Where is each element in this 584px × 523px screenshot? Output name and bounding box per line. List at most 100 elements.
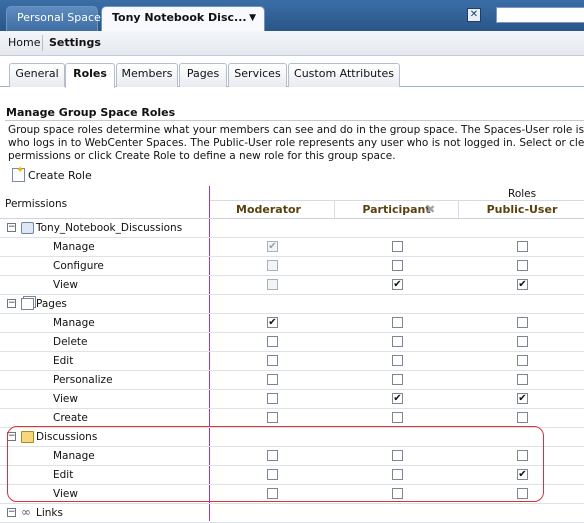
permission-row: View ✔ ✔: [0, 390, 584, 409]
checkbox-participant[interactable]: [392, 412, 403, 423]
column-header-participant: Participant: [334, 201, 459, 219]
permission-label: Manage: [53, 241, 95, 253]
tab-personal-space[interactable]: Personal Space: [6, 6, 101, 31]
tab-custom-attributes[interactable]: Custom Attributes: [288, 63, 400, 87]
tab-services[interactable]: Services: [228, 63, 287, 87]
checkbox-participant[interactable]: [392, 374, 403, 385]
tab-pages[interactable]: Pages: [179, 63, 227, 87]
group-label: Tony_Notebook_Discussions: [36, 222, 183, 234]
group-row: − Discussions: [0, 428, 584, 447]
checkbox-participant[interactable]: [392, 260, 403, 271]
permission-row: View ✔ ✔: [0, 276, 584, 295]
column-header-public-user: Public-User: [486, 203, 558, 216]
tab-general[interactable]: General: [9, 63, 65, 87]
create-role-button[interactable]: Create Role: [12, 165, 92, 183]
permissions-caption: Permissions: [5, 198, 68, 210]
checkbox-public-user[interactable]: [517, 488, 528, 499]
checkbox-participant[interactable]: [392, 355, 403, 366]
section-title: Manage Group Space Roles: [6, 106, 176, 119]
checkbox-moderator[interactable]: [267, 355, 278, 366]
roles-caption: Roles: [508, 188, 537, 200]
nav-home[interactable]: Home: [8, 36, 40, 49]
permission-row: Create: [0, 409, 584, 428]
permission-row: Personalize: [0, 371, 584, 390]
checkbox-public-user[interactable]: [517, 450, 528, 461]
permission-label: Edit: [53, 469, 74, 481]
checkbox-participant[interactable]: ✔: [392, 279, 403, 290]
section-divider: [5, 120, 584, 121]
permission-row: Edit: [0, 352, 584, 371]
column-header-participant-label: Participant: [362, 203, 431, 216]
group-row: − Pages: [0, 295, 584, 314]
users-icon: [21, 222, 34, 234]
checkbox-public-user[interactable]: ✔: [517, 279, 528, 290]
checkbox-public-user[interactable]: [517, 260, 528, 271]
checkbox-public-user[interactable]: [517, 317, 528, 328]
group-label: Discussions: [36, 431, 98, 443]
checkbox-public-user[interactable]: [517, 336, 528, 347]
checkbox-public-user[interactable]: [517, 374, 528, 385]
search-input[interactable]: [496, 7, 584, 23]
checkbox-participant[interactable]: [392, 450, 403, 461]
remove-role-icon[interactable]: ✖: [426, 204, 436, 215]
checkbox-public-user[interactable]: [517, 355, 528, 366]
chevron-down-icon[interactable]: ▼: [249, 13, 256, 23]
permission-label: View: [53, 488, 78, 500]
checkbox-public-user[interactable]: ✔: [517, 469, 528, 480]
create-role-icon: [12, 165, 25, 182]
close-icon[interactable]: ✕: [467, 8, 481, 22]
nav-settings[interactable]: Settings: [49, 36, 101, 49]
checkbox-public-user[interactable]: [517, 241, 528, 252]
secondary-nav: Home Settings: [0, 31, 584, 56]
checkbox-moderator[interactable]: [267, 336, 278, 347]
column-header-moderator: Moderator: [236, 203, 301, 216]
link-icon: ∞: [21, 505, 31, 519]
checkbox-moderator: [267, 279, 278, 290]
tab-roles[interactable]: Roles: [65, 63, 115, 88]
description-line-2: who logs in to WebCenter Spaces. The Pub…: [8, 137, 584, 149]
group-row: − Tony_Notebook_Discussions: [0, 219, 584, 238]
checkbox-moderator[interactable]: [267, 450, 278, 461]
permission-label: Delete: [53, 336, 88, 348]
checkbox-moderator[interactable]: [267, 393, 278, 404]
tab-group-space-label: Tony Notebook Disc...: [112, 11, 247, 24]
tab-members[interactable]: Members: [116, 63, 178, 87]
checkbox-participant[interactable]: [392, 469, 403, 480]
permission-label: Create: [53, 412, 88, 424]
permission-row: Edit ✔: [0, 466, 584, 485]
checkbox-moderator[interactable]: [267, 374, 278, 385]
permission-row: Manage: [0, 447, 584, 466]
checkbox-moderator[interactable]: [267, 469, 278, 480]
collapse-icon[interactable]: −: [7, 508, 16, 517]
checkbox-moderator[interactable]: ✔: [267, 317, 278, 328]
collapse-icon[interactable]: −: [7, 432, 16, 441]
top-tab-bar: Personal Space Tony Notebook Disc... ▼ ✕: [0, 0, 584, 31]
permission-label: Configure: [53, 260, 104, 272]
nav-separator: [42, 35, 43, 51]
checkbox-participant[interactable]: [392, 336, 403, 347]
checkbox-participant[interactable]: [392, 317, 403, 328]
collapse-icon[interactable]: −: [7, 299, 16, 308]
permission-row: Delete: [0, 333, 584, 352]
checkbox-moderator[interactable]: [267, 412, 278, 423]
checkbox-public-user[interactable]: [517, 412, 528, 423]
pages-icon: [21, 298, 34, 310]
permission-label: View: [53, 393, 78, 405]
permission-row: Configure: [0, 257, 584, 276]
tab-group-space[interactable]: Tony Notebook Disc... ▼: [101, 6, 265, 31]
collapse-icon[interactable]: −: [7, 223, 16, 232]
checkbox-participant[interactable]: [392, 488, 403, 499]
permission-row: Manage ✔: [0, 314, 584, 333]
checkbox-participant[interactable]: ✔: [392, 393, 403, 404]
folder-icon: [21, 431, 34, 443]
checkbox-moderator[interactable]: [267, 488, 278, 499]
description-line-1: Group space roles determine what your me…: [8, 124, 584, 136]
checkbox-participant[interactable]: [392, 241, 403, 252]
group-row: − ∞ Links: [0, 504, 584, 523]
permission-label: View: [53, 279, 78, 291]
create-role-label: Create Role: [28, 168, 92, 182]
checkbox-public-user[interactable]: ✔: [517, 393, 528, 404]
permission-row: Manage ✔: [0, 238, 584, 257]
permission-label: Manage: [53, 317, 95, 329]
permission-label: Edit: [53, 355, 74, 367]
